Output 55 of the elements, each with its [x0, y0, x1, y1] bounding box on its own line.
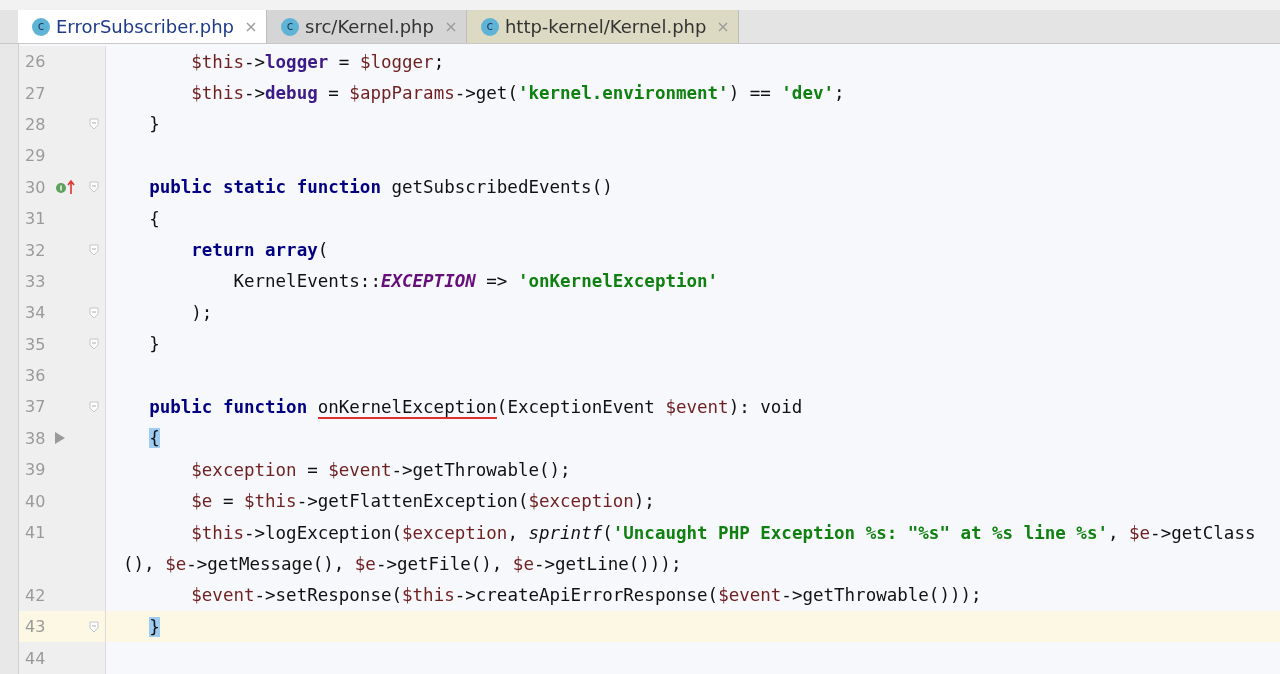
fold-icon[interactable]: [89, 620, 99, 633]
editor-tab[interactable]: c ErrorSubscriber.php: [18, 10, 268, 43]
close-icon[interactable]: [445, 21, 456, 32]
code-line: $this->logger = $logger;: [190, 51, 445, 72]
close-icon[interactable]: [246, 21, 257, 32]
line-number: 44: [24, 648, 47, 668]
code-line: public static function getSubscribedEvents(): [148, 177, 613, 198]
line-number: 34: [24, 303, 47, 323]
line-number: 39: [24, 460, 47, 480]
line-number: 35: [24, 334, 47, 354]
line-number: 42: [24, 585, 47, 605]
code-line: KernelEvents::EXCEPTION => 'onKernelException': [232, 271, 719, 292]
line-number: 41: [24, 523, 47, 543]
line-number: 30: [24, 177, 47, 197]
arrow-icon: [55, 432, 65, 445]
line-number: 28: [24, 114, 47, 134]
class-file-icon: c: [32, 17, 50, 36]
line-number: 43: [24, 617, 47, 637]
line-number: 36: [24, 366, 47, 386]
editor-tab[interactable]: c src/Kernel.php: [267, 10, 467, 43]
code-line: (), $e->getMessage(), $e->getFile(), $e->getLine()));: [123, 553, 682, 574]
code-line: public function onKernelException(ExceptionEvent $event): void: [148, 397, 803, 419]
code-line: return array(: [190, 240, 329, 261]
line-number: 38: [24, 428, 47, 448]
code-line: $this->debug = $appParams->get('kernel.environment') == 'dev';: [190, 83, 845, 104]
code-line: $this->logException($exception, sprintf('Uncaught PHP Exception %s: "%s" at %s line %s', $e->getClass: [190, 522, 1256, 543]
code-line: $event->setResponse($this->createApiErrorResponse($event->getThrowable()));: [190, 585, 982, 606]
line-number: 40: [24, 491, 47, 511]
tab-label: src/Kernel.php: [305, 16, 434, 37]
code-line: $e = $this->getFlattenException($exception);: [190, 491, 655, 512]
close-icon[interactable]: [718, 21, 729, 32]
fold-icon[interactable]: [89, 181, 99, 194]
fold-icon[interactable]: [89, 401, 99, 413]
line-number: 32: [24, 240, 47, 260]
line-number: 31: [24, 209, 47, 229]
code-line: $exception = $event->getThrowable();: [190, 459, 571, 480]
line-number: 26: [24, 52, 47, 72]
line-number: 29: [24, 146, 47, 166]
line-number: 33: [24, 271, 47, 291]
fold-icon[interactable]: [89, 118, 99, 131]
line-number: 37: [24, 397, 47, 417]
line-number: 27: [24, 83, 47, 103]
tab-label: http-kernel/Kernel.php: [504, 16, 707, 37]
fold-icon[interactable]: [89, 306, 99, 319]
fold-icon[interactable]: [89, 338, 99, 351]
implements-icon[interactable]: [55, 179, 77, 196]
tab-label: ErrorSubscriber.php: [56, 16, 235, 37]
code-line: {: [148, 208, 160, 229]
code-line: );: [190, 302, 213, 323]
code-line: }: [148, 334, 160, 355]
editor-tab[interactable]: c http-kernel/Kernel.php: [466, 10, 740, 43]
class-file-icon: c: [281, 17, 300, 36]
code-line: }: [148, 114, 160, 135]
fold-icon[interactable]: [89, 244, 99, 257]
class-file-icon: c: [480, 17, 499, 36]
